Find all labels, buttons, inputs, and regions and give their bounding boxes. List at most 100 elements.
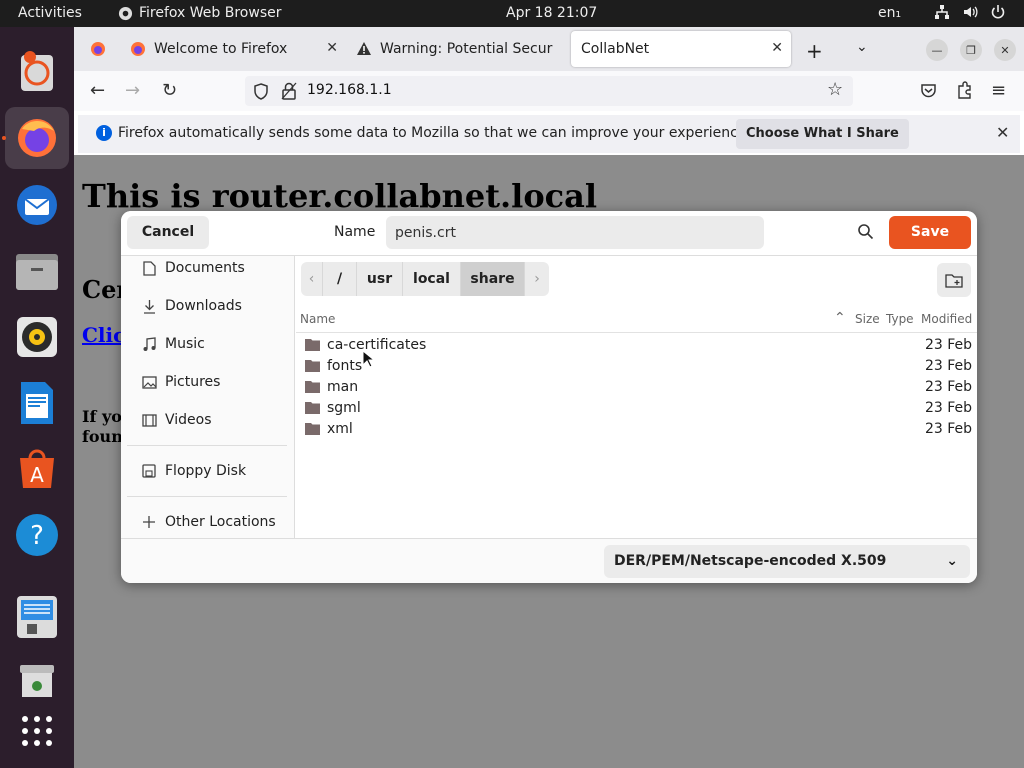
folder-icon bbox=[305, 381, 320, 393]
minimize-icon[interactable]: — bbox=[926, 39, 948, 61]
choose-what-i-share-button[interactable]: Choose What I Share bbox=[736, 119, 909, 149]
firefox-icon bbox=[18, 119, 56, 157]
dock-help[interactable]: ? bbox=[13, 511, 61, 559]
pocket-icon[interactable] bbox=[920, 82, 937, 99]
file-row[interactable]: ca-certificates 23 Feb bbox=[296, 335, 977, 356]
tab-warning[interactable]: Warning: Potential Secur bbox=[346, 31, 570, 67]
file-row[interactable]: man 23 Feb bbox=[296, 377, 977, 398]
file-name: fonts bbox=[327, 358, 363, 374]
path-button-share[interactable]: share bbox=[461, 262, 525, 296]
dock-text-editor[interactable] bbox=[13, 593, 61, 641]
close-icon[interactable]: ✕ bbox=[994, 39, 1016, 61]
dock-files[interactable] bbox=[13, 247, 61, 295]
dock-writer[interactable] bbox=[13, 379, 61, 427]
dock-software[interactable]: A bbox=[13, 445, 61, 493]
warning-icon bbox=[357, 42, 371, 55]
sidebar-item-documents[interactable]: Documents bbox=[121, 256, 294, 286]
menu-icon[interactable]: ≡ bbox=[991, 80, 1006, 101]
back-icon[interactable]: ← bbox=[90, 80, 105, 101]
url-text: 192.168.1.1 bbox=[307, 82, 392, 98]
sidebar-item-other-locations[interactable]: Other Locations bbox=[121, 504, 294, 538]
tab-pinned-firefox[interactable] bbox=[80, 31, 116, 67]
column-size[interactable]: Size bbox=[855, 312, 880, 326]
folder-icon bbox=[305, 402, 320, 414]
tab-label: CollabNet bbox=[581, 41, 650, 57]
svg-text:?: ? bbox=[30, 521, 44, 551]
page-link[interactable]: Clic bbox=[82, 323, 125, 347]
clock[interactable]: Apr 18 21:07 bbox=[506, 5, 597, 21]
tab-label: Warning: Potential Secur bbox=[380, 41, 553, 57]
sidebar-item-label: Music bbox=[165, 336, 205, 352]
app-launcher-icon bbox=[21, 51, 53, 91]
dock-trash[interactable] bbox=[13, 657, 61, 705]
writer-icon bbox=[21, 382, 53, 424]
path-button-usr[interactable]: usr bbox=[357, 262, 403, 296]
path-bar: ‹ / usr local share › bbox=[301, 262, 549, 296]
url-bar[interactable]: 192.168.1.1 ☆ bbox=[245, 76, 853, 106]
column-modified[interactable]: Modified bbox=[921, 312, 972, 326]
path-scroll-left-icon[interactable]: ‹ bbox=[301, 262, 323, 296]
save-button[interactable]: Save bbox=[889, 216, 971, 249]
thunderbird-icon bbox=[17, 185, 57, 225]
sort-ascending-icon[interactable]: ⌃ bbox=[834, 310, 846, 326]
path-scroll-right-icon[interactable]: › bbox=[525, 262, 549, 296]
close-icon[interactable]: ✕ bbox=[996, 123, 1009, 142]
firefox-favicon-icon bbox=[131, 42, 145, 56]
input-language[interactable]: en₁ bbox=[878, 5, 901, 21]
sidebar-item-downloads[interactable]: Downloads bbox=[121, 288, 294, 324]
forward-icon[interactable]: → bbox=[125, 80, 140, 101]
bookmark-star-icon[interactable]: ☆ bbox=[827, 79, 843, 100]
trash-icon bbox=[20, 665, 54, 697]
sidebar-item-floppy-disk[interactable]: Floppy Disk bbox=[121, 453, 294, 489]
reload-icon[interactable]: ↻ bbox=[162, 80, 177, 101]
tab-bar: Welcome to Firefox ✕ Warning: Potential … bbox=[74, 27, 1024, 71]
tab-close-icon[interactable]: ✕ bbox=[326, 40, 338, 56]
maximize-icon[interactable]: ❐ bbox=[960, 39, 982, 61]
page-text: If yo foun bbox=[82, 407, 123, 447]
sidebar-item-pictures[interactable]: Pictures bbox=[121, 364, 294, 400]
firefox-small-icon bbox=[118, 6, 133, 20]
column-name[interactable]: Name bbox=[300, 312, 335, 326]
page-heading: This is router.collabnet.local bbox=[82, 177, 598, 215]
filename-input[interactable] bbox=[386, 216, 764, 249]
download-icon bbox=[141, 298, 157, 314]
column-type[interactable]: Type bbox=[886, 312, 914, 326]
grid-icon bbox=[22, 716, 52, 746]
firefox-favicon-icon bbox=[91, 42, 105, 56]
dock-firefox[interactable] bbox=[5, 107, 69, 169]
dock-rhythmbox[interactable] bbox=[13, 313, 61, 361]
system-tray[interactable] bbox=[934, 4, 1006, 20]
nav-bar: ← → ↻ 192.168.1.1 ☆ ≡ bbox=[74, 71, 1024, 111]
app-name: Firefox Web Browser bbox=[139, 5, 282, 21]
top-bar: Activities Firefox Web Browser Apr 18 21… bbox=[0, 0, 1024, 27]
path-button-root[interactable]: / bbox=[323, 262, 357, 296]
dock-thunderbird[interactable] bbox=[13, 181, 61, 229]
file-modified: 23 Feb bbox=[925, 358, 973, 374]
file-type-filter[interactable]: DER/PEM/Netscape-encoded X.509 certifica… bbox=[604, 545, 970, 578]
chevron-down-icon[interactable]: ⌄ bbox=[856, 39, 868, 55]
path-button-local[interactable]: local bbox=[403, 262, 461, 296]
file-row[interactable]: fonts 23 Feb bbox=[296, 356, 977, 377]
tab-close-icon[interactable]: ✕ bbox=[771, 40, 783, 56]
extensions-icon[interactable] bbox=[956, 81, 973, 99]
activities-button[interactable]: Activities bbox=[18, 5, 82, 21]
file-row[interactable]: xml 23 Feb bbox=[296, 419, 977, 440]
file-row[interactable]: sgml 23 Feb bbox=[296, 398, 977, 419]
sidebar-item-music[interactable]: Music bbox=[121, 326, 294, 362]
chevron-down-icon: ⌄ bbox=[946, 553, 958, 569]
new-tab-icon[interactable]: + bbox=[806, 39, 823, 63]
text-editor-icon bbox=[17, 596, 57, 638]
name-label: Name bbox=[334, 224, 376, 240]
tab-collabnet[interactable]: CollabNet ✕ bbox=[571, 31, 791, 67]
new-folder-button[interactable] bbox=[937, 263, 971, 297]
dock: A ? bbox=[0, 27, 74, 768]
sidebar-item-videos[interactable]: Videos bbox=[121, 402, 294, 438]
file-name: xml bbox=[327, 421, 353, 437]
dock-show-apps[interactable] bbox=[13, 707, 61, 755]
app-menu[interactable]: Firefox Web Browser bbox=[118, 5, 282, 21]
tab-welcome[interactable]: Welcome to Firefox ✕ bbox=[120, 31, 346, 67]
file-modified: 23 Feb bbox=[925, 421, 973, 437]
cancel-button[interactable]: Cancel bbox=[127, 216, 209, 249]
search-icon[interactable] bbox=[857, 223, 874, 240]
dock-help-lifebuoy-icon[interactable] bbox=[13, 47, 61, 95]
